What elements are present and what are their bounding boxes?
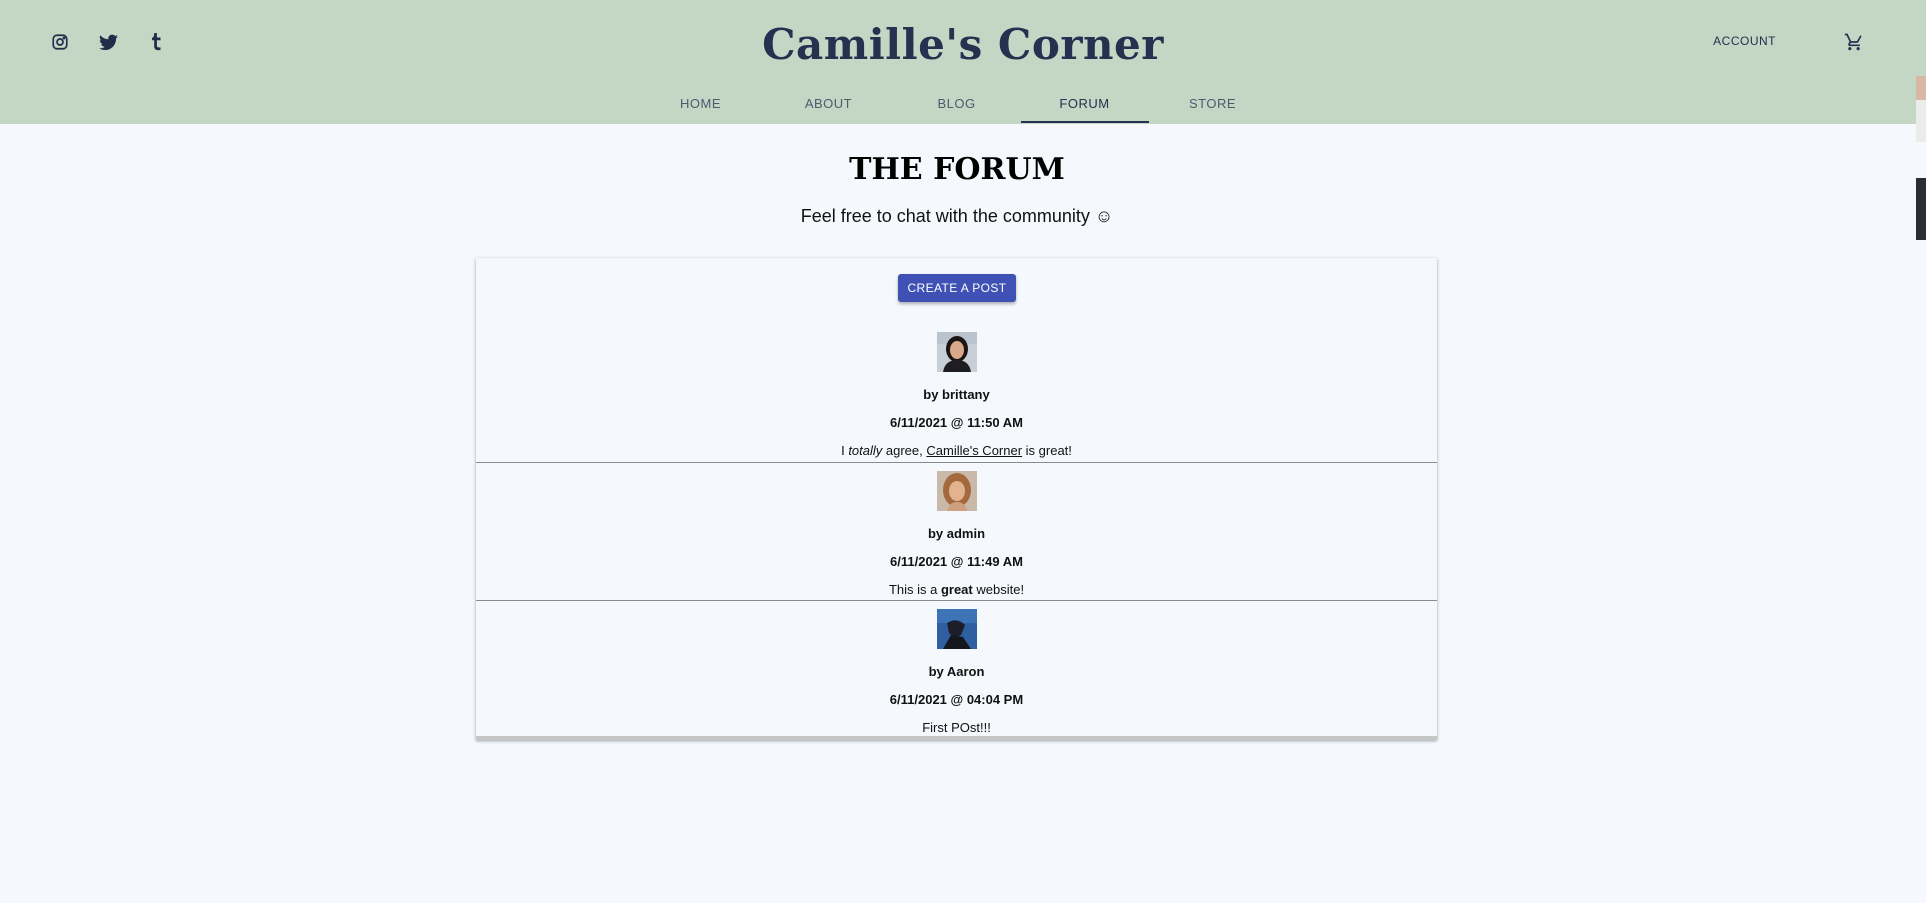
post-divider <box>476 600 1437 601</box>
edge-fragment <box>1916 178 1926 240</box>
edge-fragment <box>1916 76 1926 100</box>
forum-post: by Aaron 6/11/2021 @ 04:04 PM First POst… <box>476 609 1437 735</box>
post-body: This is a great website! <box>888 582 1025 597</box>
nav-store[interactable]: STORE <box>1149 88 1277 123</box>
nav-home[interactable]: HOME <box>637 88 765 123</box>
nav-about[interactable]: ABOUT <box>765 88 893 123</box>
post-link[interactable]: Camille's Corner <box>926 443 1022 458</box>
post-body: I totally agree, Camille's Corner is gre… <box>841 443 1072 458</box>
cart-icon[interactable] <box>1844 32 1864 52</box>
avatar <box>936 609 977 649</box>
post-date: 6/11/2021 @ 11:49 AM <box>890 554 1023 569</box>
forum-post: by brittany 6/11/2021 @ 11:50 AM I total… <box>476 332 1437 458</box>
nav-blog[interactable]: BLOG <box>893 88 1021 123</box>
post-author: by Aaron <box>928 664 985 679</box>
forum-post: by admin 6/11/2021 @ 11:49 AM This is a … <box>476 471 1437 597</box>
site-header: Camille's Corner ACCOUNT HOME ABOUT BLOG… <box>0 0 1926 124</box>
post-date: 6/11/2021 @ 11:50 AM <box>890 415 1023 430</box>
post-author: by admin <box>927 526 986 541</box>
avatar <box>936 471 977 511</box>
post-divider <box>476 462 1437 463</box>
post-date: 6/11/2021 @ 04:04 PM <box>889 692 1024 707</box>
nav-forum[interactable]: FORUM <box>1020 88 1149 123</box>
main-nav: HOME ABOUT BLOG FORUM STORE <box>0 88 1926 123</box>
edge-fragment <box>1916 100 1926 142</box>
page-title: THE FORUM <box>849 152 1065 187</box>
avatar <box>936 332 977 372</box>
post-body: First POst!!! <box>922 720 991 735</box>
forum-card: CREATE A POST by brittany 6/11/2021 @ 11… <box>476 258 1437 740</box>
site-title[interactable]: Camille's Corner <box>0 20 1926 69</box>
account-link[interactable]: ACCOUNT <box>1713 34 1776 48</box>
post-author: by brittany <box>923 387 990 402</box>
page-subtitle: Feel free to chat with the community ☺ <box>800 206 1114 226</box>
create-post-button[interactable]: CREATE A POST <box>898 274 1016 302</box>
